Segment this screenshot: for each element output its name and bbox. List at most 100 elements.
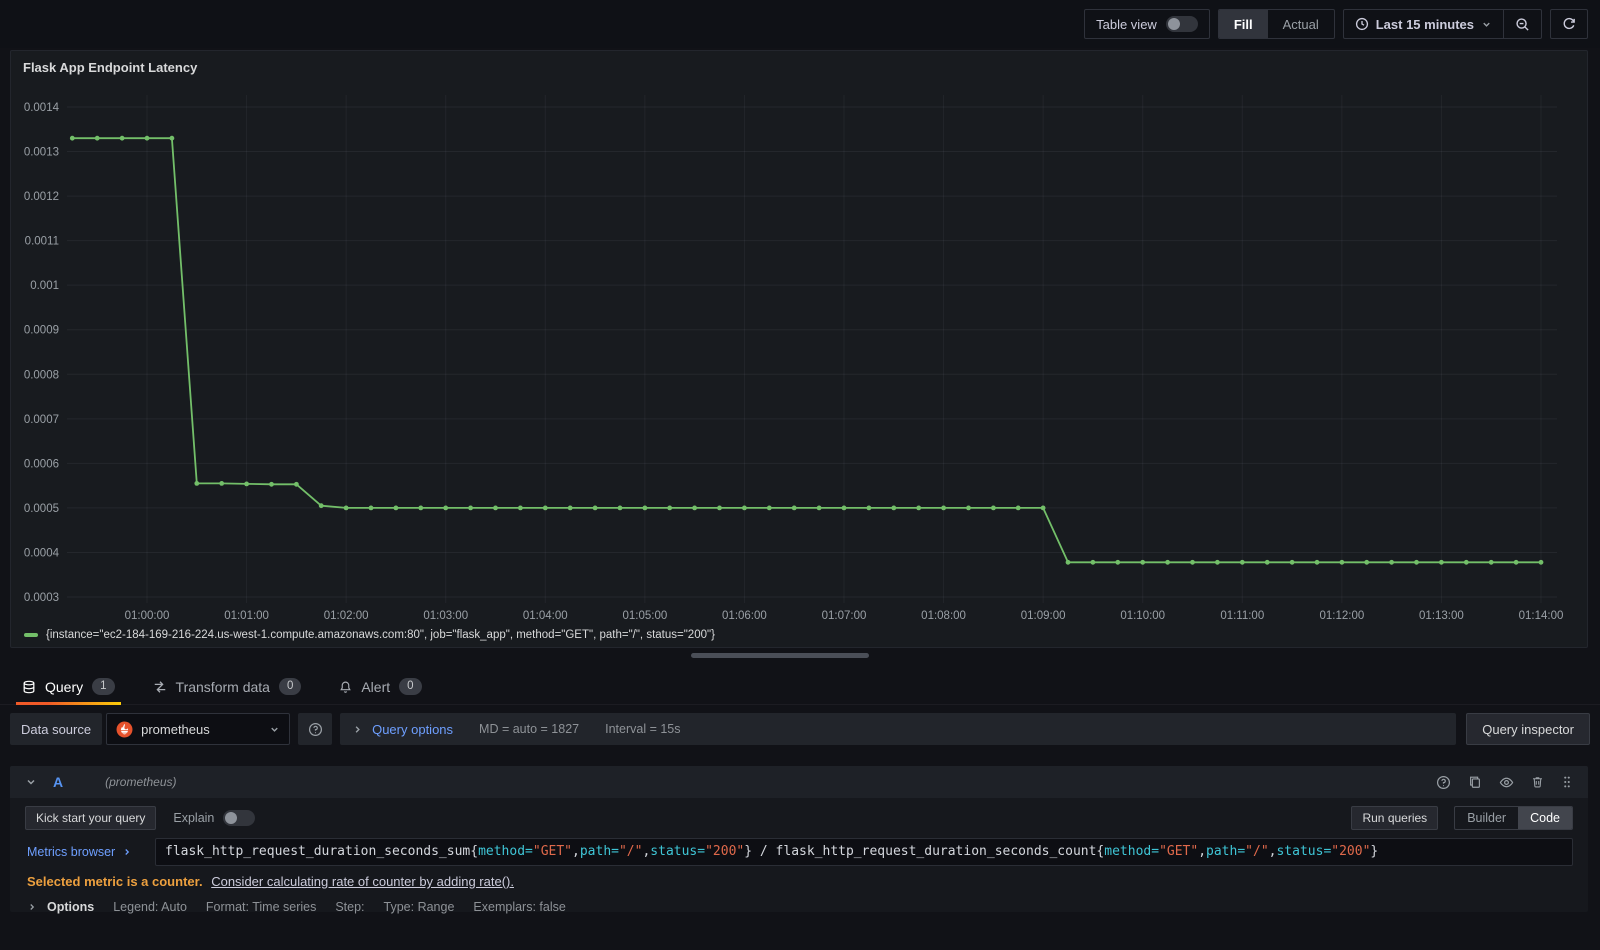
chevron-right-icon: [122, 847, 132, 857]
builder-button[interactable]: Builder: [1455, 807, 1518, 829]
alert-count-badge: 0: [399, 678, 422, 695]
query-options-bar: Query options MD = auto = 1827 Interval …: [340, 713, 1457, 745]
query-datasource-hint: (prometheus): [105, 775, 177, 789]
svg-text:0.0008: 0.0008: [24, 369, 59, 381]
tab-query[interactable]: Query 1: [16, 669, 121, 705]
chevron-right-icon: [27, 902, 37, 912]
query-ref-id: A: [53, 774, 64, 790]
svg-text:0.0012: 0.0012: [24, 191, 59, 203]
query-field-row: Metrics browser flask_http_request_durat…: [25, 838, 1573, 866]
svg-text:01:11:00: 01:11:00: [1220, 610, 1264, 622]
option-step: Step:: [335, 900, 365, 914]
metrics-browser-button[interactable]: Metrics browser: [25, 838, 155, 866]
tab-label: Query: [45, 678, 84, 695]
explain-control: Explain: [173, 810, 256, 826]
query-inspector-button[interactable]: Query inspector: [1466, 713, 1590, 745]
trash-icon[interactable]: [1531, 775, 1544, 789]
svg-text:0.0005: 0.0005: [24, 503, 59, 515]
transform-count-badge: 0: [278, 678, 302, 695]
time-range-picker[interactable]: Last 15 minutes: [1342, 9, 1504, 39]
metrics-browser-label: Metrics browser: [27, 845, 116, 859]
svg-text:01:14:00: 01:14:00: [1519, 610, 1564, 622]
datasource-row: Data source prometheus Query options MD …: [10, 712, 1590, 746]
svg-text:0.0009: 0.0009: [24, 325, 59, 337]
collapse-chevron-icon[interactable]: [25, 776, 37, 788]
explain-switch[interactable]: [223, 810, 256, 826]
hide-response-eye-icon[interactable]: [1499, 775, 1514, 790]
interval-text: Interval = 15s: [605, 722, 681, 736]
time-controls-group: Last 15 minutes: [1342, 9, 1542, 39]
datasource-select[interactable]: prometheus: [106, 713, 291, 745]
editor-tabs: Query 1 Transform data 0 Alert 0: [0, 669, 1600, 705]
svg-text:01:00:00: 01:00:00: [125, 610, 170, 622]
latency-time-series-chart[interactable]: 01:00:00 01:01:00 01:02:00 01:03:00 01:04:00…: [11, 79, 1589, 635]
code-button[interactable]: Code: [1518, 807, 1572, 829]
drag-handle-icon[interactable]: [1561, 775, 1573, 789]
datasource-label: Data source: [10, 713, 103, 745]
query-expression-input[interactable]: flask_http_request_duration_seconds_sum{…: [155, 838, 1573, 866]
duplicate-icon[interactable]: [1468, 775, 1482, 789]
table-view-control[interactable]: Table view: [1084, 9, 1210, 39]
table-view-switch[interactable]: [1165, 16, 1198, 32]
option-format: Format: Time series: [205, 900, 317, 914]
option-type: Type: Range: [383, 900, 455, 914]
svg-text:0.001: 0.001: [30, 280, 59, 292]
clock-icon: [1355, 17, 1369, 31]
database-icon: [22, 680, 36, 694]
switch-knob: [225, 812, 238, 824]
svg-text:01:03:00: 01:03:00: [423, 610, 468, 622]
tab-transform-data[interactable]: Transform data 0: [147, 669, 308, 704]
datasource-help-button[interactable]: [298, 713, 333, 745]
legend-item[interactable]: {instance="ec2-184-169-216-224.us-west-1…: [24, 629, 715, 641]
options-toggle[interactable]: Options: [27, 900, 94, 914]
run-queries-button[interactable]: Run queries: [1351, 806, 1439, 830]
help-icon[interactable]: [1436, 775, 1451, 790]
query-toolbar: Kick start your query Explain Run querie…: [25, 805, 1573, 831]
warning-text: Selected metric is a counter.: [27, 874, 203, 889]
prometheus-logo-icon: [116, 721, 133, 738]
datasource-value: prometheus: [141, 721, 210, 737]
query-row-body: Kick start your query Explain Run querie…: [10, 798, 1588, 927]
sync-icon: [1562, 17, 1576, 31]
kick-start-query-button[interactable]: Kick start your query: [25, 806, 157, 830]
query-options-toggle[interactable]: Query options: [352, 722, 453, 737]
explain-label: Explain: [173, 811, 215, 825]
max-data-points-text: MD = auto = 1827: [479, 722, 580, 736]
svg-text:0.0014: 0.0014: [24, 102, 60, 114]
refresh-button[interactable]: [1550, 9, 1588, 39]
fill-actual-group: Fill Actual: [1217, 9, 1335, 39]
svg-text:0.0006: 0.0006: [24, 458, 59, 470]
option-exemplars: Exemplars: false: [473, 900, 566, 914]
query-row-header: A (prometheus): [10, 766, 1588, 798]
transform-icon: [153, 680, 167, 694]
chevron-right-icon: [352, 724, 363, 735]
svg-text:01:13:00: 01:13:00: [1419, 610, 1464, 622]
warning-rate-link[interactable]: Consider calculating rate of counter by …: [211, 874, 514, 889]
actual-button[interactable]: Actual: [1268, 10, 1334, 38]
bell-icon: [339, 680, 352, 694]
tab-label: Transform data: [175, 678, 270, 695]
tab-alert[interactable]: Alert 0: [333, 669, 427, 704]
svg-text:0.0011: 0.0011: [25, 236, 59, 248]
svg-text:01:12:00: 01:12:00: [1319, 610, 1364, 622]
pane-resize-handle[interactable]: [691, 653, 869, 658]
table-view-label: Table view: [1096, 16, 1157, 32]
builder-code-group: Builder Code: [1454, 806, 1573, 830]
query-options-label: Query options: [372, 721, 454, 737]
svg-text:01:08:00: 01:08:00: [921, 610, 966, 622]
options-label: Options: [47, 900, 95, 914]
query-editor-row: A (prometheus) Kick start your query Exp…: [10, 766, 1588, 914]
svg-text:01:02:00: 01:02:00: [324, 610, 369, 622]
query-count-badge: 1: [92, 678, 115, 695]
svg-text:01:01:00: 01:01:00: [224, 610, 269, 622]
chevron-down-icon: [269, 724, 280, 735]
panel: Flask App Endpoint Latency 01:00:00 01:01…: [10, 50, 1588, 648]
fill-button[interactable]: Fill: [1218, 10, 1268, 38]
series-color-marker: [24, 633, 38, 637]
counter-warning: Selected metric is a counter. Consider c…: [25, 873, 1573, 890]
svg-text:01:10:00: 01:10:00: [1120, 610, 1165, 622]
svg-text:01:04:00: 01:04:00: [523, 610, 568, 622]
zoom-out-button[interactable]: [1504, 9, 1542, 39]
svg-text:0.0004: 0.0004: [24, 547, 60, 559]
series-label: {instance="ec2-184-169-216-224.us-west-1…: [46, 629, 715, 641]
